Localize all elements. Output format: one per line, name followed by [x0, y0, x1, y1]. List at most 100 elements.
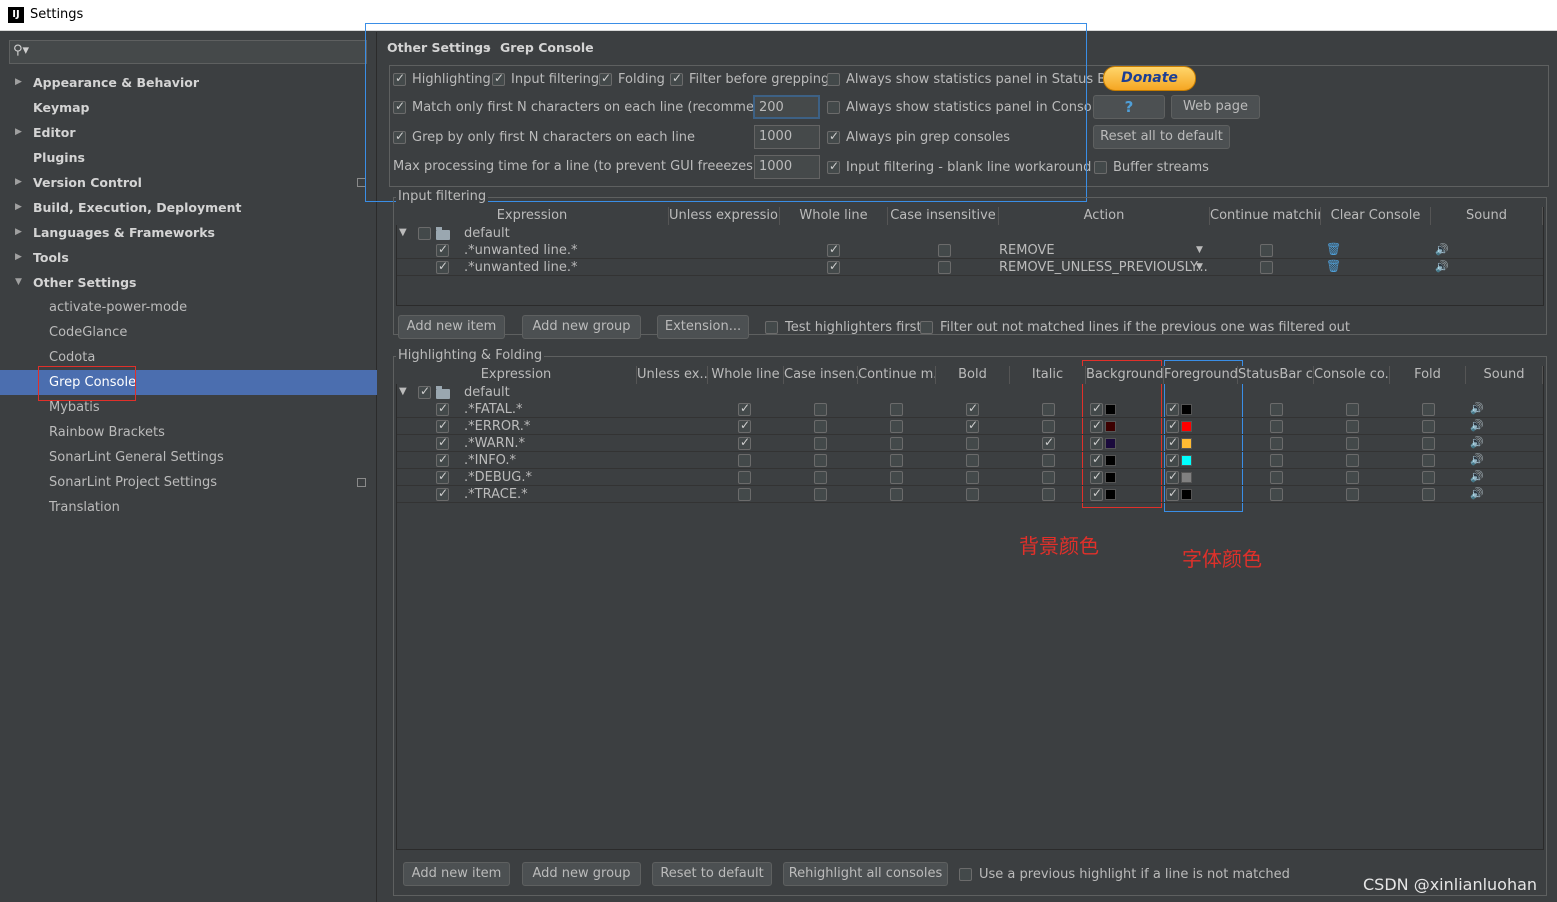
foreground-enabled-checkbox[interactable] [1166, 418, 1179, 433]
donate-button[interactable]: Donate [1103, 66, 1196, 91]
filter-out-not-matched-checkbox[interactable] [920, 321, 933, 334]
sidebar-item-sonarlint-general[interactable]: SonarLint General Settings [0, 445, 377, 470]
speaker-icon[interactable]: 🔊 [1470, 453, 1484, 466]
bold-checkbox[interactable] [966, 418, 979, 433]
console-count-checkbox[interactable] [1346, 488, 1359, 501]
sidebar-item-rainbow-brackets[interactable]: Rainbow Brackets [0, 420, 377, 445]
reset-all-button[interactable]: Reset all to default [1093, 125, 1230, 149]
table-column-header[interactable]: Bold [936, 366, 1010, 384]
continue-matching-checkbox[interactable] [890, 403, 903, 416]
speaker-icon[interactable]: 🔊 [1470, 402, 1484, 415]
background-enabled-checkbox[interactable] [1090, 401, 1103, 416]
table-column-header[interactable]: Whole line [708, 366, 784, 384]
statusbar-count-checkbox[interactable] [1270, 488, 1283, 501]
use-previous-highlight-checkbox[interactable] [959, 868, 972, 881]
console-count-checkbox[interactable] [1346, 420, 1359, 433]
case-insensitive-checkbox[interactable] [814, 420, 827, 433]
bold-checkbox[interactable] [966, 437, 979, 450]
speaker-icon[interactable]: 🔊 [1435, 243, 1449, 256]
expression-cell[interactable]: .*WARN.* [464, 435, 525, 452]
case-insensitive-checkbox[interactable] [814, 488, 827, 501]
foreground-color-swatch[interactable] [1181, 489, 1192, 500]
extension-button[interactable]: Extension... [657, 315, 749, 339]
case-insensitive-checkbox[interactable] [814, 471, 827, 484]
fold-checkbox[interactable] [1422, 471, 1435, 484]
italic-checkbox[interactable] [1042, 435, 1055, 450]
foreground-color-swatch[interactable] [1181, 472, 1192, 483]
group-collapse-icon[interactable]: ▼ [399, 227, 407, 238]
foreground-color-swatch[interactable] [1181, 438, 1192, 449]
web-page-button[interactable]: Web page [1171, 95, 1260, 119]
row-enabled-checkbox[interactable] [436, 435, 449, 450]
table-column-header[interactable]: Continue matching [1210, 207, 1321, 225]
row-enabled-checkbox[interactable] [436, 418, 449, 433]
fold-checkbox[interactable] [1422, 454, 1435, 467]
settings-search-input[interactable] [9, 40, 367, 64]
sidebar-item-appearance[interactable]: ▶ Appearance & Behavior [0, 70, 377, 95]
table-column-header[interactable]: Case insen... [784, 366, 858, 384]
rehighlight-all-button[interactable]: Rehighlight all consoles [783, 862, 948, 886]
trash-icon[interactable]: 🗑 [1326, 242, 1341, 256]
sidebar-item-editor[interactable]: ▶ Editor [0, 120, 377, 145]
bold-checkbox[interactable] [966, 454, 979, 467]
whole-line-checkbox[interactable] [827, 242, 840, 257]
continue-matching-checkbox[interactable] [890, 488, 903, 501]
bold-checkbox[interactable] [966, 401, 979, 416]
expression-cell[interactable]: .*INFO.* [464, 452, 516, 469]
group-checkbox[interactable] [418, 227, 431, 240]
table-column-header[interactable]: Whole line [780, 207, 888, 225]
background-color-swatch[interactable] [1105, 489, 1116, 500]
table-column-header[interactable]: Continue m... [858, 366, 936, 384]
case-insensitive-checkbox[interactable] [814, 454, 827, 467]
console-count-checkbox[interactable] [1346, 403, 1359, 416]
case-insensitive-checkbox[interactable] [938, 261, 951, 274]
action-dropdown[interactable]: REMOVE [999, 242, 1055, 259]
background-enabled-checkbox[interactable] [1090, 452, 1103, 467]
table-column-header[interactable]: Expression [396, 366, 637, 384]
expression-cell[interactable]: .*ERROR.* [464, 418, 530, 435]
row-enabled-checkbox[interactable] [436, 401, 449, 416]
case-insensitive-checkbox[interactable] [814, 437, 827, 450]
foreground-color-swatch[interactable] [1181, 404, 1192, 415]
trash-icon[interactable]: 🗑 [1326, 259, 1341, 273]
row-enabled-checkbox[interactable] [436, 242, 449, 257]
console-count-checkbox[interactable] [1346, 437, 1359, 450]
row-enabled-checkbox[interactable] [436, 469, 449, 484]
add-new-group-button[interactable]: Add new group [522, 862, 641, 886]
background-enabled-checkbox[interactable] [1090, 486, 1103, 501]
group-checkbox[interactable] [418, 384, 431, 399]
statusbar-count-checkbox[interactable] [1270, 437, 1283, 450]
italic-checkbox[interactable] [1042, 420, 1055, 433]
row-enabled-checkbox[interactable] [436, 486, 449, 501]
whole-line-checkbox[interactable] [738, 435, 751, 450]
background-color-swatch[interactable] [1105, 472, 1116, 483]
sidebar-item-keymap[interactable]: Keymap [0, 95, 377, 120]
background-color-swatch[interactable] [1105, 455, 1116, 466]
table-column-header[interactable]: Foreground [1164, 366, 1238, 384]
speaker-icon[interactable]: 🔊 [1470, 487, 1484, 500]
action-dropdown[interactable]: REMOVE_UNLESS_PREVIOUSLY... [999, 259, 1208, 276]
test-highlighters-first-checkbox[interactable] [765, 321, 778, 334]
buffer-streams-checkbox[interactable] [1094, 161, 1107, 174]
whole-line-checkbox[interactable] [827, 259, 840, 274]
table-column-header[interactable]: StatusBar c... [1238, 366, 1314, 384]
foreground-enabled-checkbox[interactable] [1166, 486, 1179, 501]
table-column-header[interactable]: Action [999, 207, 1210, 225]
whole-line-checkbox[interactable] [738, 488, 751, 501]
whole-line-checkbox[interactable] [738, 454, 751, 467]
sidebar-item-activate-power-mode[interactable]: activate-power-mode [0, 295, 377, 320]
fold-checkbox[interactable] [1422, 488, 1435, 501]
background-color-swatch[interactable] [1105, 438, 1116, 449]
italic-checkbox[interactable] [1042, 488, 1055, 501]
table-column-header[interactable]: Clear Console [1321, 207, 1431, 225]
continue-matching-checkbox[interactable] [890, 437, 903, 450]
whole-line-checkbox[interactable] [738, 401, 751, 416]
help-button[interactable]: ? [1093, 95, 1165, 119]
speaker-icon[interactable]: 🔊 [1470, 470, 1484, 483]
table-column-header[interactable]: Unless ex... [637, 366, 708, 384]
expression-cell[interactable]: .*unwanted line.* [464, 259, 578, 276]
sidebar-item-codeglance[interactable]: CodeGlance [0, 320, 377, 345]
sidebar-item-version-control[interactable]: ▶ Version Control [0, 170, 377, 195]
italic-checkbox[interactable] [1042, 403, 1055, 416]
sidebar-item-mybatis[interactable]: Mybatis [0, 395, 377, 420]
